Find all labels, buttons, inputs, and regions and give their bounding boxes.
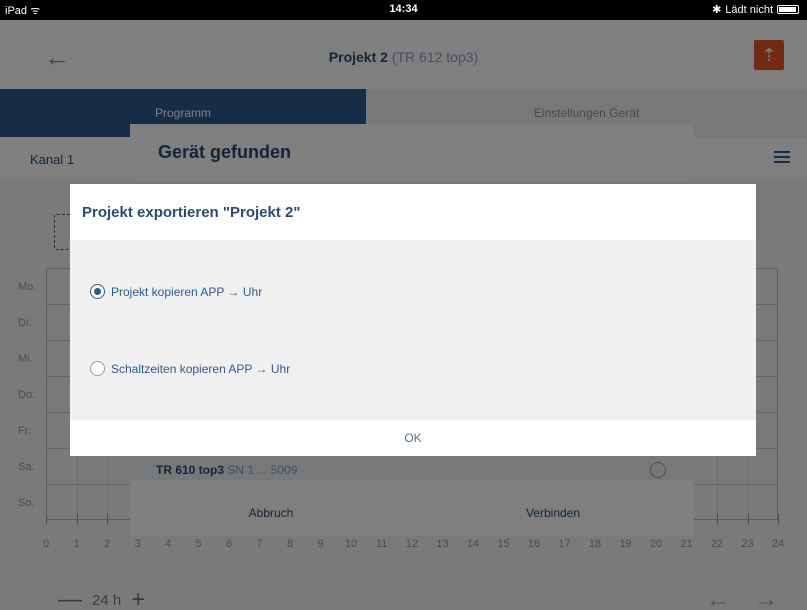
bluetooth-icon: ✱ — [712, 4, 722, 16]
export-dialog: Projekt exportieren "Projekt 2" Projekt … — [70, 184, 756, 456]
battery-status: ✱ Lädt nicht — [712, 3, 799, 16]
option-label: Projekt kopieren APP → Uhr — [111, 284, 263, 299]
option-copy-project[interactable]: Projekt kopieren APP → Uhr — [90, 284, 262, 299]
ok-button[interactable]: OK — [70, 420, 756, 456]
export-dialog-body — [70, 240, 756, 420]
option-label: Schaltzeiten kopieren APP → Uhr — [111, 361, 291, 376]
radio-selected-icon[interactable] — [90, 284, 105, 299]
clock: 14:34 — [389, 3, 418, 15]
status-bar: iPad ᯤ 14:34 ✱ Lädt nicht — [0, 0, 807, 20]
export-dialog-title: Projekt exportieren "Projekt 2" — [82, 204, 301, 221]
battery-icon — [777, 5, 799, 14]
battery-text: Lädt nicht — [725, 3, 773, 16]
radio-unselected-icon[interactable] — [90, 361, 105, 376]
option-copy-switch-times[interactable]: Schaltzeiten kopieren APP → Uhr — [90, 361, 290, 376]
